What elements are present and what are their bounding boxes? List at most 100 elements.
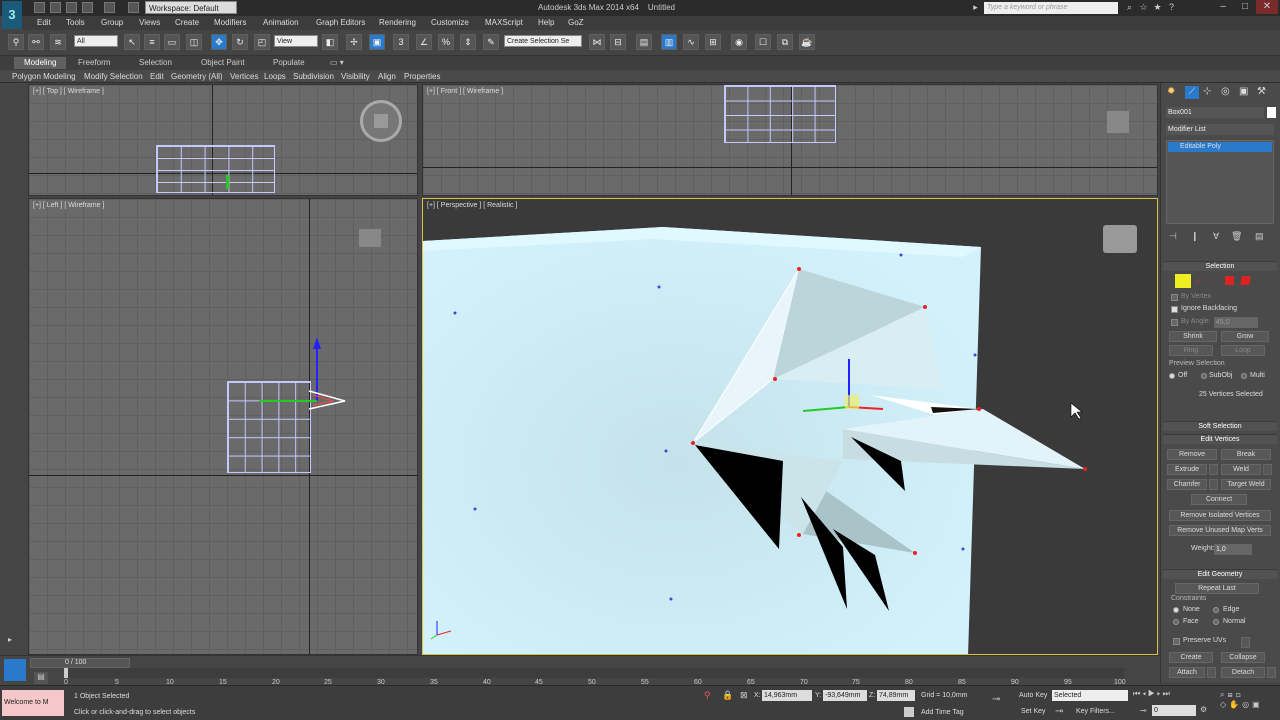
- keyboard-shortcut-override-icon[interactable]: ▣: [369, 34, 385, 50]
- panel-align[interactable]: Align: [378, 71, 396, 82]
- panel-polygon-modeling[interactable]: Polygon Modeling: [12, 71, 76, 82]
- remove-modifier-icon[interactable]: 🗑: [1231, 231, 1242, 242]
- panel-subdivision[interactable]: Subdivision: [293, 71, 334, 82]
- maximize-icon[interactable]: □: [1234, 0, 1256, 14]
- rectangular-selection-icon[interactable]: ▭: [164, 34, 180, 50]
- vertex[interactable]: [797, 267, 801, 271]
- menu-modifiers[interactable]: Modifiers: [214, 17, 246, 29]
- panel-edit[interactable]: Edit: [150, 71, 164, 82]
- pin-stack-icon[interactable]: ⊣: [1169, 231, 1177, 242]
- transform-gizmo[interactable]: [249, 329, 349, 419]
- tab-selection[interactable]: Selection: [129, 57, 182, 69]
- select-by-name-icon[interactable]: ≡: [144, 34, 160, 50]
- preserve-uvs-settings-icon[interactable]: [1241, 637, 1250, 648]
- maxscript-listener[interactable]: Welcome to M: [2, 690, 64, 716]
- align-icon[interactable]: ⊟: [610, 34, 626, 50]
- grow-button[interactable]: Grow: [1221, 331, 1269, 342]
- panel-modify-selection[interactable]: Modify Selection: [84, 71, 143, 82]
- favorites-icon[interactable]: ★: [1152, 2, 1163, 13]
- material-editor-icon[interactable]: ◉: [731, 34, 747, 50]
- tab-object-paint[interactable]: Object Paint: [191, 57, 255, 69]
- tab-modeling[interactable]: Modeling: [14, 57, 67, 69]
- reference-coordinate-dropdown[interactable]: View: [274, 35, 318, 47]
- weight-field[interactable]: 1,0: [1214, 544, 1252, 555]
- play-icon[interactable]: ▶: [1148, 689, 1157, 698]
- key-mode-icon[interactable]: ⊸: [992, 694, 1000, 705]
- stack-item-editable-poly[interactable]: Editable Poly: [1168, 142, 1272, 152]
- go-to-start-icon[interactable]: ⏮: [1133, 689, 1142, 698]
- detach-button[interactable]: Detach: [1221, 667, 1265, 678]
- constraint-normal-radio[interactable]: [1213, 619, 1219, 625]
- soft-selection-rollout-head[interactable]: Soft Selection: [1163, 421, 1277, 431]
- loop-button[interactable]: Loop: [1221, 345, 1265, 356]
- menu-maxscript[interactable]: MAXScript: [485, 17, 523, 29]
- layer-manager-icon[interactable]: ▤: [636, 34, 652, 50]
- weld-settings-icon[interactable]: [1263, 464, 1272, 475]
- chamfer-settings-icon[interactable]: [1209, 479, 1218, 490]
- window-crossing-icon[interactable]: ◫: [186, 34, 202, 50]
- constraint-face-radio[interactable]: [1173, 619, 1179, 625]
- extrude-button[interactable]: Extrude: [1167, 464, 1207, 475]
- new-file-icon[interactable]: [34, 2, 45, 13]
- redo-icon[interactable]: [104, 2, 115, 13]
- viewport-left-label[interactable]: [+] [ Left ] [ Wireframe ]: [33, 202, 104, 209]
- hierarchy-tab-icon[interactable]: ⊹: [1203, 86, 1211, 97]
- vertex[interactable]: [977, 407, 981, 411]
- key-mode-dropdown[interactable]: Selected: [1052, 690, 1128, 701]
- viewcube-face[interactable]: [374, 114, 388, 128]
- object-color-swatch[interactable]: [1267, 107, 1276, 118]
- viewcube-icon[interactable]: [1107, 111, 1129, 133]
- project-folder-icon[interactable]: [128, 2, 139, 13]
- modifier-list-dropdown[interactable]: Modifier List: [1166, 124, 1274, 135]
- field-of-view-icon[interactable]: ◇: [1220, 700, 1229, 709]
- connect-button[interactable]: Connect: [1191, 494, 1247, 505]
- extrude-settings-icon[interactable]: [1209, 464, 1218, 475]
- add-time-tag-label[interactable]: Add Time Tag: [921, 709, 964, 716]
- gizmo-plane-handle[interactable]: [845, 395, 859, 409]
- create-button[interactable]: Create: [1169, 652, 1213, 663]
- time-configuration-icon[interactable]: ⚙: [1200, 705, 1207, 714]
- save-file-icon[interactable]: [66, 2, 77, 13]
- auto-key-button[interactable]: Auto Key: [1019, 692, 1047, 699]
- ring-button[interactable]: Ring: [1169, 345, 1213, 356]
- selection-filter-dropdown[interactable]: All: [74, 35, 118, 47]
- panel-geometry-all[interactable]: Geometry (All): [171, 71, 223, 82]
- make-unique-icon[interactable]: ∀: [1213, 231, 1219, 242]
- vertex[interactable]: [691, 441, 695, 445]
- minimize-icon[interactable]: –: [1212, 0, 1234, 14]
- vertex[interactable]: [664, 449, 668, 453]
- tab-populate[interactable]: Populate: [263, 57, 315, 69]
- border-mode-icon[interactable]: ◌: [1209, 276, 1214, 286]
- viewport-top-label[interactable]: [+] [ Top ] [ Wireframe ]: [33, 88, 104, 95]
- break-button[interactable]: Break: [1221, 449, 1271, 460]
- edge-mode-icon[interactable]: ⟋: [1195, 276, 1201, 287]
- attach-list-icon[interactable]: [1207, 667, 1216, 678]
- schematic-view-icon[interactable]: ⊞: [705, 34, 721, 50]
- set-key-icon[interactable]: ⊸: [1055, 706, 1063, 717]
- workspace-dropdown[interactable]: Workspace: Default: [145, 1, 237, 14]
- info-center-icon[interactable]: ▸: [970, 2, 981, 13]
- vertex[interactable]: [669, 597, 673, 601]
- box-wireframe[interactable]: [724, 85, 836, 143]
- create-tab-icon[interactable]: ✹: [1167, 86, 1175, 97]
- communication-center-icon[interactable]: ☆: [1138, 2, 1149, 13]
- panel-vertices[interactable]: Vertices: [230, 71, 258, 82]
- menu-graph-editors[interactable]: Graph Editors: [316, 17, 365, 29]
- current-frame-field[interactable]: 0: [1152, 705, 1196, 716]
- menu-edit[interactable]: Edit: [37, 17, 51, 29]
- vertex[interactable]: [1083, 467, 1087, 471]
- detach-settings-icon[interactable]: [1267, 667, 1276, 678]
- menu-rendering[interactable]: Rendering: [379, 17, 416, 29]
- pivot-center-icon[interactable]: ◧: [322, 34, 338, 50]
- angle-snap-icon[interactable]: ∠: [416, 34, 432, 50]
- edit-named-selection-icon[interactable]: ✎: [483, 34, 499, 50]
- selection-lock-icon[interactable]: 🔒: [722, 690, 733, 701]
- menu-group[interactable]: Group: [101, 17, 123, 29]
- vertex[interactable]: [453, 311, 457, 315]
- tab-freeform[interactable]: Freeform: [68, 57, 120, 69]
- gizmo-z-arrow[interactable]: [313, 337, 321, 349]
- viewport-layout-icon[interactable]: [4, 659, 26, 681]
- display-tab-icon[interactable]: ▣: [1239, 86, 1248, 97]
- z-coordinate-field[interactable]: 74,89mm: [877, 690, 915, 701]
- preview-multi-radio[interactable]: [1241, 373, 1247, 379]
